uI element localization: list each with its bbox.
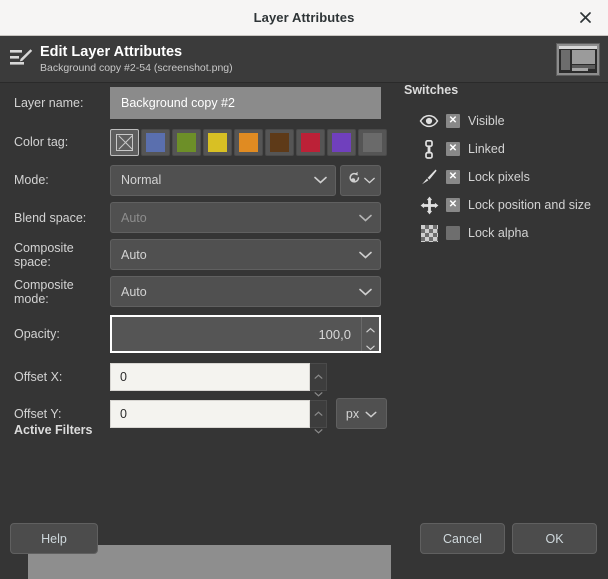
layer-name-value: Background copy #2 xyxy=(121,96,235,110)
switch-linked[interactable]: ✕ Linked xyxy=(400,135,608,163)
composite-space-label: Composite space: xyxy=(0,241,110,269)
header-subtitle: Background copy #2-54 (screenshot.png) xyxy=(40,62,233,74)
chevron-down-icon xyxy=(359,248,372,262)
switch-lock-alpha[interactable]: Lock alpha xyxy=(400,219,608,247)
offset-y-label: Offset Y: xyxy=(0,407,110,421)
switch-lock-position-label: Lock position and size xyxy=(468,198,591,212)
mode-reset-button[interactable] xyxy=(340,165,381,196)
offset-y-stepper[interactable] xyxy=(310,400,327,428)
color-tag-yellow[interactable] xyxy=(203,129,232,156)
chevron-down-icon[interactable] xyxy=(314,421,323,439)
eye-icon xyxy=(418,114,440,128)
color-tag-orange[interactable] xyxy=(234,129,263,156)
row-color-tag: Color tag: xyxy=(0,123,400,161)
header-title: Edit Layer Attributes xyxy=(40,44,233,61)
cancel-button[interactable]: Cancel xyxy=(420,523,505,554)
lock-alpha-checkbox[interactable] xyxy=(446,226,460,240)
composite-space-value: Auto xyxy=(121,248,147,262)
chevron-down-icon[interactable] xyxy=(366,338,375,356)
paintbrush-icon xyxy=(418,168,440,186)
linked-checkbox[interactable]: ✕ xyxy=(446,142,460,156)
dialog-body: Layer name: Background copy #2 Color tag… xyxy=(0,83,608,579)
lock-position-checkbox[interactable]: ✕ xyxy=(446,198,460,212)
color-tag-brown[interactable] xyxy=(265,129,294,156)
blend-space-dropdown[interactable]: Auto xyxy=(110,202,381,233)
row-composite-mode: Composite mode: Auto xyxy=(0,273,400,310)
layer-name-input[interactable]: Background copy #2 xyxy=(110,87,381,119)
layer-name-label: Layer name: xyxy=(0,96,110,110)
chevron-up-icon[interactable] xyxy=(366,320,375,338)
offset-x-input[interactable]: 0 xyxy=(110,363,310,391)
header-text-group: Edit Layer Attributes Background copy #2… xyxy=(40,44,233,75)
color-tag-swatches xyxy=(110,129,400,156)
row-opacity: Opacity: 100,0 xyxy=(0,310,400,358)
switch-lock-pixels[interactable]: ✕ Lock pixels xyxy=(400,163,608,191)
attributes-form: Layer name: Background copy #2 Color tag… xyxy=(0,83,400,432)
switches-panel: Switches ✕ Visible ✕ Linked xyxy=(400,83,608,247)
close-icon[interactable] xyxy=(568,0,602,35)
chevron-up-icon[interactable] xyxy=(314,366,323,384)
composite-mode-dropdown[interactable]: Auto xyxy=(110,276,381,307)
offset-x-value: 0 xyxy=(120,370,127,384)
window-title: Layer Attributes xyxy=(254,10,355,25)
mode-label: Mode: xyxy=(0,173,110,187)
color-tag-green[interactable] xyxy=(172,129,201,156)
row-offset-x: Offset X: 0 xyxy=(0,358,400,395)
chevron-down-icon xyxy=(359,285,372,299)
offset-x-stepper[interactable] xyxy=(310,363,327,391)
dialog-header: Edit Layer Attributes Background copy #2… xyxy=(0,36,608,83)
window-titlebar: Layer Attributes xyxy=(0,0,608,36)
switch-lock-position[interactable]: ✕ Lock position and size xyxy=(400,191,608,219)
row-blend-space: Blend space: Auto xyxy=(0,199,400,236)
layer-thumbnail xyxy=(556,43,600,76)
switch-linked-label: Linked xyxy=(468,142,505,156)
chevron-down-icon xyxy=(365,407,377,421)
help-button[interactable]: Help xyxy=(10,523,98,554)
color-tag-label: Color tag: xyxy=(0,135,110,149)
move-arrows-icon xyxy=(418,196,440,215)
visible-checkbox[interactable]: ✕ xyxy=(446,114,460,128)
chevron-down-icon xyxy=(359,211,372,225)
offset-x-label: Offset X: xyxy=(0,370,110,384)
color-tag-blue[interactable] xyxy=(141,129,170,156)
switches-title: Switches xyxy=(404,83,608,97)
chevron-down-icon xyxy=(364,171,375,189)
mode-value: Normal xyxy=(121,173,161,187)
switch-visible[interactable]: ✕ Visible xyxy=(400,107,608,135)
lock-pixels-checkbox[interactable]: ✕ xyxy=(446,170,460,184)
opacity-spinbox[interactable]: 100,0 xyxy=(110,315,381,353)
row-composite-space: Composite space: Auto xyxy=(0,236,400,273)
composite-mode-value: Auto xyxy=(121,285,147,299)
composite-mode-label: Composite mode: xyxy=(0,278,110,306)
blend-space-value: Auto xyxy=(121,211,147,225)
active-filters-title: Active Filters xyxy=(14,423,93,437)
offset-y-value: 0 xyxy=(120,407,127,421)
opacity-value: 100,0 xyxy=(112,317,361,351)
reset-arrow-icon xyxy=(347,170,362,190)
composite-space-dropdown[interactable]: Auto xyxy=(110,239,381,270)
offset-y-input[interactable]: 0 xyxy=(110,400,310,428)
chevron-up-icon[interactable] xyxy=(314,403,323,421)
offset-unit-value: px xyxy=(346,407,359,421)
close-glyph xyxy=(580,12,591,23)
offset-unit-dropdown[interactable]: px xyxy=(336,398,387,429)
color-tag-violet[interactable] xyxy=(327,129,356,156)
color-tag-gray[interactable] xyxy=(358,129,387,156)
row-layer-name: Layer name: Background copy #2 xyxy=(0,83,400,123)
checkerboard-icon xyxy=(418,225,440,242)
opacity-stepper[interactable] xyxy=(361,317,379,351)
ok-button[interactable]: OK xyxy=(512,523,597,554)
chain-link-icon xyxy=(418,140,440,159)
row-mode: Mode: Normal xyxy=(0,161,400,199)
chevron-down-icon xyxy=(314,173,327,187)
switch-visible-label: Visible xyxy=(468,114,505,128)
switch-lock-alpha-label: Lock alpha xyxy=(468,226,528,240)
color-tag-red[interactable] xyxy=(296,129,325,156)
edit-attributes-icon xyxy=(8,46,34,72)
blend-space-label: Blend space: xyxy=(0,211,110,225)
opacity-label: Opacity: xyxy=(0,327,110,341)
mode-dropdown[interactable]: Normal xyxy=(110,165,336,196)
switch-lock-pixels-label: Lock pixels xyxy=(468,170,530,184)
color-tag-none[interactable] xyxy=(110,129,139,156)
